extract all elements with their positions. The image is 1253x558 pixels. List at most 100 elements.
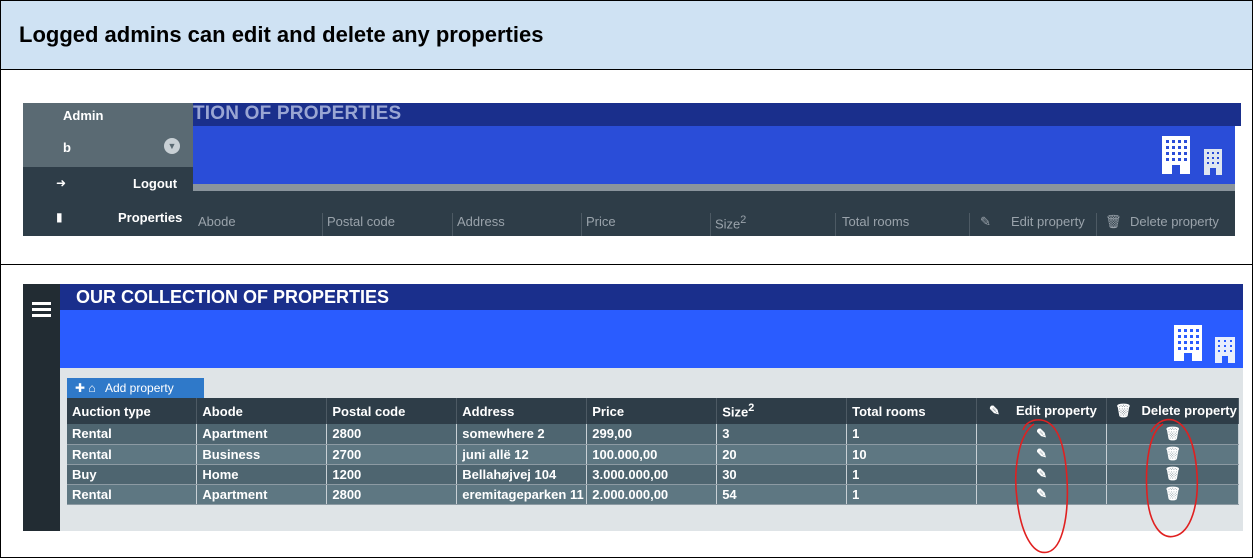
col-size: Size2 [716, 398, 848, 424]
cell-postal-code: 1200 [326, 464, 458, 485]
col-edit-property[interactable]: Edit property [1011, 214, 1085, 229]
col-size-sup: 2 [748, 402, 755, 415]
cell-auction-type: Rental [67, 444, 198, 465]
col-address: Address [456, 398, 588, 424]
cell-address: eremitageparken 11 [456, 484, 588, 505]
col-separator [835, 213, 836, 236]
col-total-rooms: Total rooms [842, 214, 910, 229]
col-separator [969, 213, 970, 236]
col-abode: Abode [196, 398, 328, 424]
col-size: Size2 [715, 214, 746, 231]
table-row: Rental Business 2700 juni allë 12 100.00… [67, 444, 1240, 465]
cell-postal-code: 2700 [326, 444, 458, 465]
edit-icon[interactable]: ✎ [1036, 466, 1047, 481]
cell-abode: Home [196, 464, 328, 485]
trash-icon[interactable]: 🗑 [1164, 446, 1181, 461]
col-size-label: Size [722, 404, 749, 420]
plus-icon: ✚ [75, 381, 86, 395]
cell-price: 299,00 [586, 424, 718, 445]
screenshot-menu-open: TION OF PROPERTIES Abode Postal code Add… [1, 71, 1252, 265]
col-separator [710, 213, 711, 236]
edit-button[interactable]: ✎ [976, 444, 1107, 465]
edit-button[interactable]: ✎ [976, 464, 1107, 485]
cell-auction-type: Buy [67, 464, 198, 485]
cell-size: 54 [716, 484, 848, 505]
hamburger-menu-icon[interactable] [32, 302, 51, 317]
edit-icon[interactable]: ✎ [1036, 426, 1047, 441]
col-edit-label: Edit property [1015, 403, 1097, 418]
col-edit-property: ✎ Edit property [976, 398, 1107, 424]
col-delete-property: 🗑 Delete property [1106, 398, 1240, 424]
cell-address: somewhere 2 [456, 424, 588, 445]
edit-button[interactable]: ✎ [976, 484, 1107, 505]
menu-items: ➜ Logout ▮ Properties [23, 167, 193, 236]
edit-icon[interactable]: ✎ [1036, 486, 1047, 501]
col-postal-code: Postal code [327, 214, 395, 229]
cell-address: Bellahøjvej 104 [456, 464, 588, 485]
page-header: Logged admins can edit and delete any pr… [1, 1, 1252, 70]
col-abode: Abode [198, 214, 236, 229]
trash-icon[interactable]: 🗑 [1164, 486, 1181, 501]
cell-price: 2.000.000,00 [586, 484, 718, 505]
cell-total-rooms: 1 [846, 424, 978, 445]
trash-icon[interactable]: 🗑 [1164, 426, 1181, 441]
home-icon: ⌂ [88, 381, 96, 395]
trash-icon[interactable]: 🗑 [1164, 466, 1181, 481]
building-large-icon [1162, 136, 1190, 174]
cell-abode: Business [196, 444, 328, 465]
menu-item-logout[interactable]: ➜ Logout [23, 172, 193, 196]
delete-button[interactable]: 🗑 [1106, 464, 1240, 485]
cell-auction-type: Rental [67, 424, 198, 445]
menu-item-properties[interactable]: ▮ Properties [23, 206, 193, 230]
col-address: Address [457, 214, 505, 229]
cell-abode: Apartment [196, 424, 328, 445]
edit-icon: ✎ [989, 403, 1000, 418]
user-menu: Admin b ▼ ➜ Logout ▮ Properties [23, 103, 193, 236]
sign-out-icon: ➜ [56, 176, 67, 190]
title-bar: OUR COLLECTION OF PROPERTIES [60, 284, 1243, 310]
comparison-page: Logged admins can edit and delete any pr… [0, 0, 1253, 558]
add-property-label: Add property [105, 381, 174, 395]
banner [60, 310, 1243, 368]
cell-size: 20 [716, 444, 848, 465]
cell-price: 3.000.000,00 [586, 464, 718, 485]
table-row: Buy Home 1200 Bellahøjvej 104 3.000.000,… [67, 464, 1240, 485]
title-bar: TION OF PROPERTIES [23, 103, 1241, 126]
page-title: OUR COLLECTION OF PROPERTIES [76, 287, 390, 307]
edit-button[interactable]: ✎ [976, 424, 1107, 445]
add-property-button[interactable]: ✚ ⌂ Add property [67, 378, 204, 398]
col-separator [1096, 213, 1097, 236]
table-row: Rental Apartment 2800 eremitageparken 11… [67, 484, 1240, 505]
delete-button[interactable]: 🗑 [1106, 484, 1240, 505]
title-fragment: TION OF PROPERTIES [193, 103, 402, 124]
col-delete-label: Delete property [1141, 403, 1237, 418]
edit-icon[interactable]: ✎ [1036, 446, 1047, 461]
trash-icon: 🗑 [1105, 214, 1122, 229]
delete-button[interactable]: 🗑 [1106, 424, 1240, 445]
cell-total-rooms: 10 [846, 444, 978, 465]
banner [23, 126, 1235, 184]
menu-user-name: b [63, 140, 71, 155]
chevron-down-icon[interactable]: ▼ [164, 138, 180, 154]
sidebar [23, 284, 60, 531]
col-price: Price [586, 398, 718, 424]
screenshot-properties-table: OUR COLLECTION OF PROPERTIES ✚ ⌂ Add pro… [1, 266, 1252, 558]
col-size-label: Size [715, 216, 741, 232]
cell-total-rooms: 1 [846, 484, 978, 505]
cell-abode: Apartment [196, 484, 328, 505]
cell-size: 3 [716, 424, 848, 445]
col-size-sup: 2 [740, 214, 747, 226]
cell-price: 100.000,00 [586, 444, 718, 465]
delete-button[interactable]: 🗑 [1106, 444, 1240, 465]
col-separator [452, 213, 453, 236]
menu-item-label: Properties [118, 210, 183, 225]
page-heading: Logged admins can edit and delete any pr… [19, 22, 544, 47]
col-delete-property[interactable]: Delete property [1130, 214, 1219, 229]
col-postal-code: Postal code [326, 398, 458, 424]
menu-user-role: Admin [63, 108, 104, 123]
main-content: ✚ ⌂ Add property Auction type Abode Post… [60, 368, 1243, 531]
cell-postal-code: 2800 [326, 484, 458, 505]
trash-icon: 🗑 [1114, 403, 1132, 418]
col-price: Price [586, 214, 616, 229]
cell-size: 30 [716, 464, 848, 485]
